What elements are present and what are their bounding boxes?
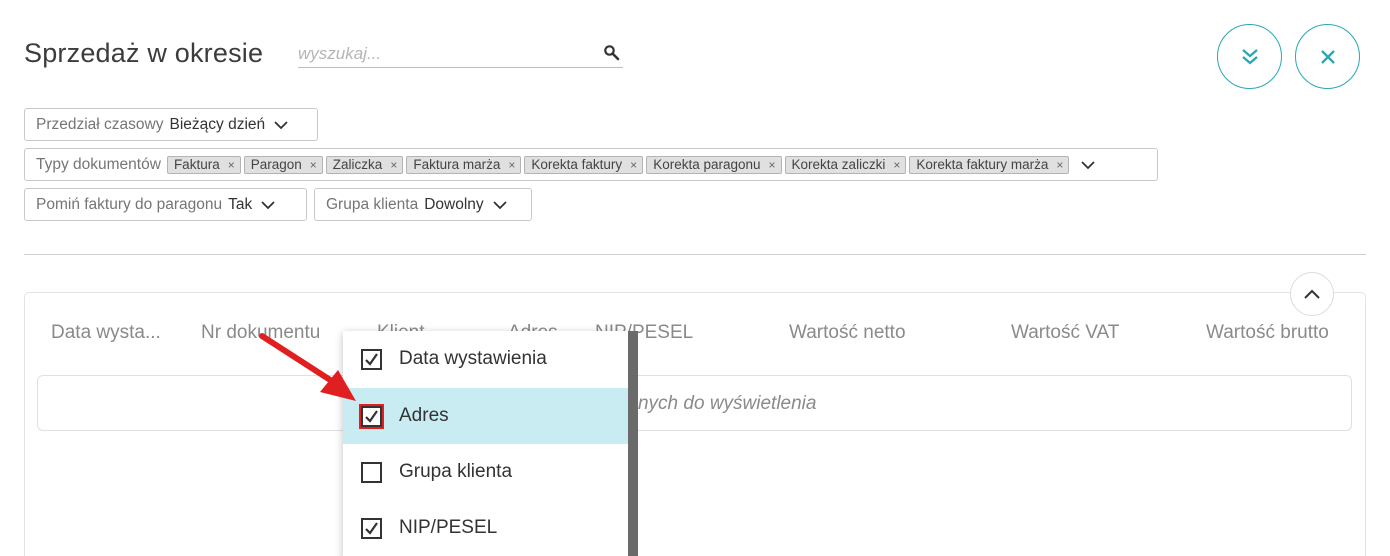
tag-label: Korekta paragonu: [653, 157, 761, 172]
column-chooser-dropdown: Data wystawienia Adres Grupa klienta NIP…: [343, 331, 628, 556]
column-header-gross-value[interactable]: Wartość brutto: [1206, 322, 1329, 344]
column-header-vat-value[interactable]: Wartość VAT: [1011, 322, 1119, 344]
document-types-filter[interactable]: Typy dokumentów Faktura × Paragon × Zalicz…: [24, 148, 1158, 181]
column-option-address[interactable]: Adres: [343, 388, 628, 444]
checkbox[interactable]: [361, 461, 382, 483]
tag-korekta-faktury-marza: Korekta faktury marża ×: [909, 155, 1070, 174]
tag-faktura: Faktura ×: [166, 155, 241, 174]
column-option-date[interactable]: Data wystawienia: [343, 331, 628, 387]
chevron-down-icon: [493, 200, 507, 209]
time-range-filter[interactable]: Przedział czasowy Bieżący dzień: [24, 108, 318, 141]
tag-korekta-zaliczki: Korekta zaliczki ×: [784, 155, 907, 174]
tag-faktura-marza: Faktura marża ×: [406, 155, 522, 174]
empty-state-row: Brak danych do wyświetlenia: [37, 375, 1352, 431]
close-button[interactable]: [1295, 24, 1360, 89]
remove-tag-icon[interactable]: ×: [630, 158, 637, 172]
close-icon: [1320, 49, 1335, 64]
remove-tag-icon[interactable]: ×: [310, 158, 317, 172]
tag-label: Zaliczka: [332, 157, 383, 172]
tag-zaliczka: Zaliczka ×: [325, 155, 404, 174]
column-option-nip-pesel[interactable]: NIP/PESEL: [343, 500, 628, 556]
skip-invoices-label: Pomiń faktury do paragonu: [36, 195, 223, 213]
expand-filters-button[interactable]: [1217, 24, 1282, 89]
checkbox[interactable]: [361, 517, 382, 539]
tag-korekta-faktury: Korekta faktury ×: [524, 155, 644, 174]
empty-state-text: Brak danych do wyświetlenia: [572, 393, 817, 414]
divider: [24, 254, 1366, 255]
column-option-label: NIP/PESEL: [399, 517, 498, 538]
checkbox[interactable]: [361, 348, 382, 370]
check-icon: [365, 521, 378, 535]
remove-tag-icon[interactable]: ×: [769, 158, 776, 172]
column-option-label: Grupa klienta: [399, 461, 513, 482]
tag-paragon: Paragon ×: [243, 155, 323, 174]
double-chevron-down-icon: [1241, 48, 1258, 65]
dropdown-scrollbar[interactable]: [628, 331, 638, 556]
remove-tag-icon[interactable]: ×: [508, 158, 515, 172]
time-range-value: Bieżący dzień: [169, 115, 266, 133]
skip-invoices-value: Tak: [228, 195, 253, 213]
column-header-document-number[interactable]: Nr dokumentu: [201, 322, 320, 344]
chevron-down-icon: [261, 200, 275, 209]
search-input[interactable]: [298, 42, 598, 66]
remove-tag-icon[interactable]: ×: [893, 158, 900, 172]
page-title: Sprzedaż w okresie: [24, 38, 264, 68]
skip-invoices-filter[interactable]: Pomiń faktury do paragonu Tak: [24, 188, 307, 221]
column-option-label: Adres: [399, 405, 449, 426]
client-group-value: Dowolny: [424, 195, 484, 213]
search-box[interactable]: [298, 42, 623, 68]
checkbox[interactable]: [359, 403, 384, 429]
remove-tag-icon[interactable]: ×: [390, 158, 397, 172]
column-header-net-value[interactable]: Wartość netto: [789, 322, 906, 344]
client-group-label: Grupa klienta: [326, 195, 419, 213]
collapse-button[interactable]: [1290, 272, 1334, 316]
tag-label: Korekta faktury: [531, 157, 623, 172]
chevron-up-icon: [1304, 289, 1320, 299]
tag-label: Korekta faktury marża: [916, 157, 1049, 172]
tag-korekta-paragonu: Korekta paragonu ×: [646, 155, 782, 174]
chevron-down-icon: [1081, 160, 1096, 169]
tag-label: Faktura marża: [413, 157, 501, 172]
tag-label: Korekta zaliczki: [791, 157, 886, 172]
column-header-date[interactable]: Data wysta...: [51, 322, 161, 344]
document-types-label: Typy dokumentów: [36, 155, 161, 173]
column-option-client-group[interactable]: Grupa klienta: [343, 444, 628, 500]
column-option-label: Data wystawienia: [399, 348, 547, 369]
tag-label: Faktura: [173, 157, 220, 172]
tag-label: Paragon: [250, 157, 302, 172]
check-icon: [365, 409, 378, 423]
check-icon: [365, 352, 378, 366]
search-icon[interactable]: [603, 44, 621, 62]
remove-tag-icon[interactable]: ×: [1056, 158, 1063, 172]
remove-tag-icon[interactable]: ×: [228, 158, 235, 172]
time-range-label: Przedział czasowy: [36, 115, 164, 133]
client-group-filter[interactable]: Grupa klienta Dowolny: [314, 188, 532, 221]
chevron-down-icon: [274, 120, 288, 129]
